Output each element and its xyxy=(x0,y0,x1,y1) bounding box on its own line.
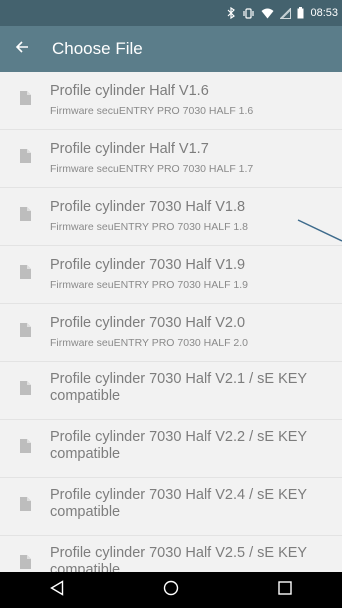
file-icon xyxy=(0,246,50,279)
list-item[interactable]: Profile cylinder 7030 Half V2.2 / sE KEY… xyxy=(0,420,342,478)
list-item[interactable]: Profile cylinder 7030 Half V2.1 / sE KEY… xyxy=(0,362,342,420)
back-button[interactable] xyxy=(0,26,44,72)
list-item[interactable]: Profile cylinder 7030 Half V1.9 Firmware… xyxy=(0,246,342,304)
file-list[interactable]: Profile cylinder Half V1.6 Firmware secu… xyxy=(0,72,342,572)
arrow-back-icon xyxy=(15,40,29,59)
file-subtitle: Firmware seuENTRY PRO 7030 HALF 1.8 xyxy=(50,221,249,233)
file-icon xyxy=(0,478,50,511)
app-bar: Choose File xyxy=(0,26,342,72)
file-title-continued: compatible xyxy=(50,388,121,404)
file-title: Profile cylinder 7030 Half V2.0 xyxy=(50,315,246,331)
status-time: 08:53 xyxy=(310,7,338,19)
status-bar: 08:53 xyxy=(0,0,342,26)
file-icon xyxy=(0,188,50,221)
nav-home-button[interactable] xyxy=(141,572,201,608)
bluetooth-icon xyxy=(227,7,236,19)
phone-screen: 08:53 Choose File Profile cylinder Half … xyxy=(0,0,342,608)
wifi-icon xyxy=(261,8,274,19)
navigation-bar xyxy=(0,572,342,608)
file-title: Profile cylinder Half V1.7 xyxy=(50,141,209,157)
nav-back-icon xyxy=(50,579,64,601)
file-title-continued: compatible xyxy=(50,446,121,462)
file-icon xyxy=(0,536,50,569)
list-item[interactable]: Profile cylinder Half V1.7 Firmware secu… xyxy=(0,130,342,188)
file-icon xyxy=(0,130,50,163)
file-subtitle: Firmware secuENTRY PRO 7030 HALF 1.6 xyxy=(50,105,254,117)
file-title: Profile cylinder 7030 Half V2.4 / sE KEY xyxy=(50,487,308,503)
vibrate-icon xyxy=(242,7,255,19)
battery-icon xyxy=(297,7,304,19)
nav-back-button[interactable] xyxy=(27,572,87,608)
file-icon xyxy=(0,420,50,453)
file-title: Profile cylinder 7030 Half V1.9 xyxy=(50,257,246,273)
nav-recents-icon xyxy=(278,580,292,600)
file-title: Profile cylinder 7030 Half V2.2 / sE KEY xyxy=(50,429,308,445)
nav-recents-button[interactable] xyxy=(255,572,315,608)
list-item[interactable]: Profile cylinder 7030 Half V2.5 / sE KEY… xyxy=(0,536,342,572)
file-icon xyxy=(0,362,50,395)
file-title-continued: compatible xyxy=(50,504,121,520)
file-title: Profile cylinder 7030 Half V1.8 xyxy=(50,199,246,215)
page-title: Choose File xyxy=(52,39,143,58)
file-title: Profile cylinder 7030 Half V2.5 / sE KEY xyxy=(50,545,308,561)
list-item[interactable]: Profile cylinder Half V1.6 Firmware secu… xyxy=(0,72,342,130)
file-title-continued: compatible xyxy=(50,562,121,572)
file-title: Profile cylinder 7030 Half V2.1 / sE KEY xyxy=(50,371,308,387)
file-icon xyxy=(0,304,50,337)
file-title: Profile cylinder Half V1.6 xyxy=(50,83,209,99)
nav-home-icon xyxy=(163,580,179,601)
list-item[interactable]: Profile cylinder 7030 Half V2.4 / sE KEY… xyxy=(0,478,342,536)
signal-icon xyxy=(280,7,292,19)
file-subtitle: Firmware seuENTRY PRO 7030 HALF 2.0 xyxy=(50,337,249,349)
file-subtitle: Firmware seuENTRY PRO 7030 HALF 1.9 xyxy=(50,279,249,291)
list-item[interactable]: Profile cylinder 7030 Half V2.0 Firmware… xyxy=(0,304,342,362)
file-subtitle: Firmware secuENTRY PRO 7030 HALF 1.7 xyxy=(50,163,254,175)
list-item[interactable]: Profile cylinder 7030 Half V1.8 Firmware… xyxy=(0,188,342,246)
file-icon xyxy=(0,72,50,105)
